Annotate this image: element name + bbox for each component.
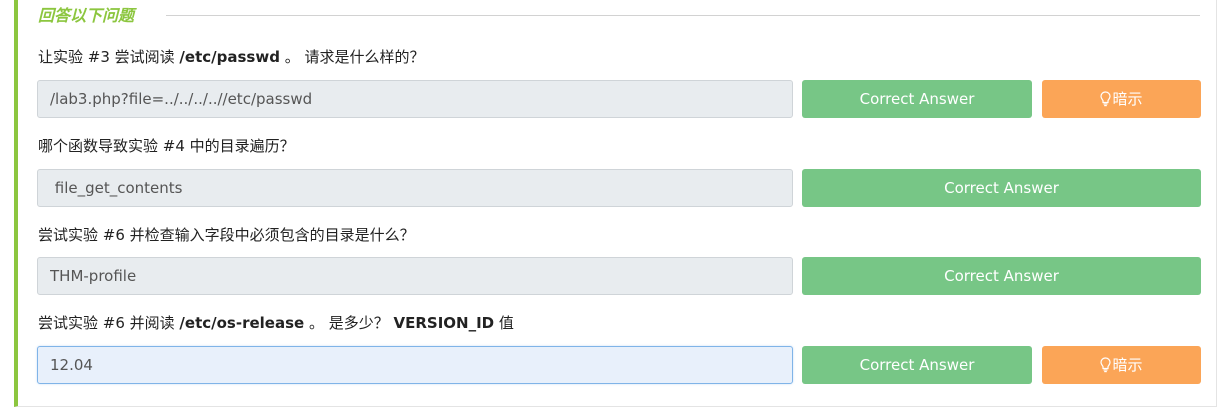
- question-4-hint-button[interactable]: 暗示: [1042, 346, 1201, 384]
- question-3-text: 尝试实验 #6 并检查输入字段中必须包含的目录是什么？: [38, 226, 415, 244]
- question-1-answer-input[interactable]: [37, 80, 793, 118]
- question-1-correct-answer-button[interactable]: Correct Answer: [802, 80, 1032, 118]
- question-2-correct-answer-button[interactable]: Correct Answer: [802, 169, 1201, 207]
- question-3-correct-answer-button[interactable]: Correct Answer: [802, 257, 1201, 295]
- question-3-answer-input[interactable]: [37, 257, 793, 295]
- question-4-correct-answer-button[interactable]: Correct Answer: [802, 346, 1032, 384]
- question-1-text: 让实验 #3 尝试阅读 /etc/passwd 。 请求是什么样的？: [38, 48, 425, 66]
- question-1-path: /etc/passwd: [179, 48, 280, 66]
- question-4-path: /etc/os-release: [179, 314, 305, 332]
- question-4-text: 尝试实验 #6 并阅读 /etc/os-release 。 是多少？ VERSI…: [38, 314, 514, 332]
- question-2-answer-input[interactable]: [37, 169, 793, 207]
- lightbulb-icon: [1100, 91, 1112, 107]
- section-divider: [166, 15, 1200, 16]
- question-1-hint-button[interactable]: 暗示: [1042, 80, 1201, 118]
- question-4-answer-input[interactable]: [37, 346, 793, 384]
- section-title: 回答以下问题: [38, 5, 151, 27]
- question-2-text: 哪个函数导致实验 #4 中的目录遍历？: [38, 137, 295, 155]
- lightbulb-icon: [1100, 357, 1112, 373]
- question-panel: 回答以下问题 让实验 #3 尝试阅读 /etc/passwd 。 请求是什么样的…: [14, 0, 1217, 407]
- question-4-field: VERSION_ID: [393, 314, 495, 332]
- section-header: 回答以下问题: [38, 5, 1200, 27]
